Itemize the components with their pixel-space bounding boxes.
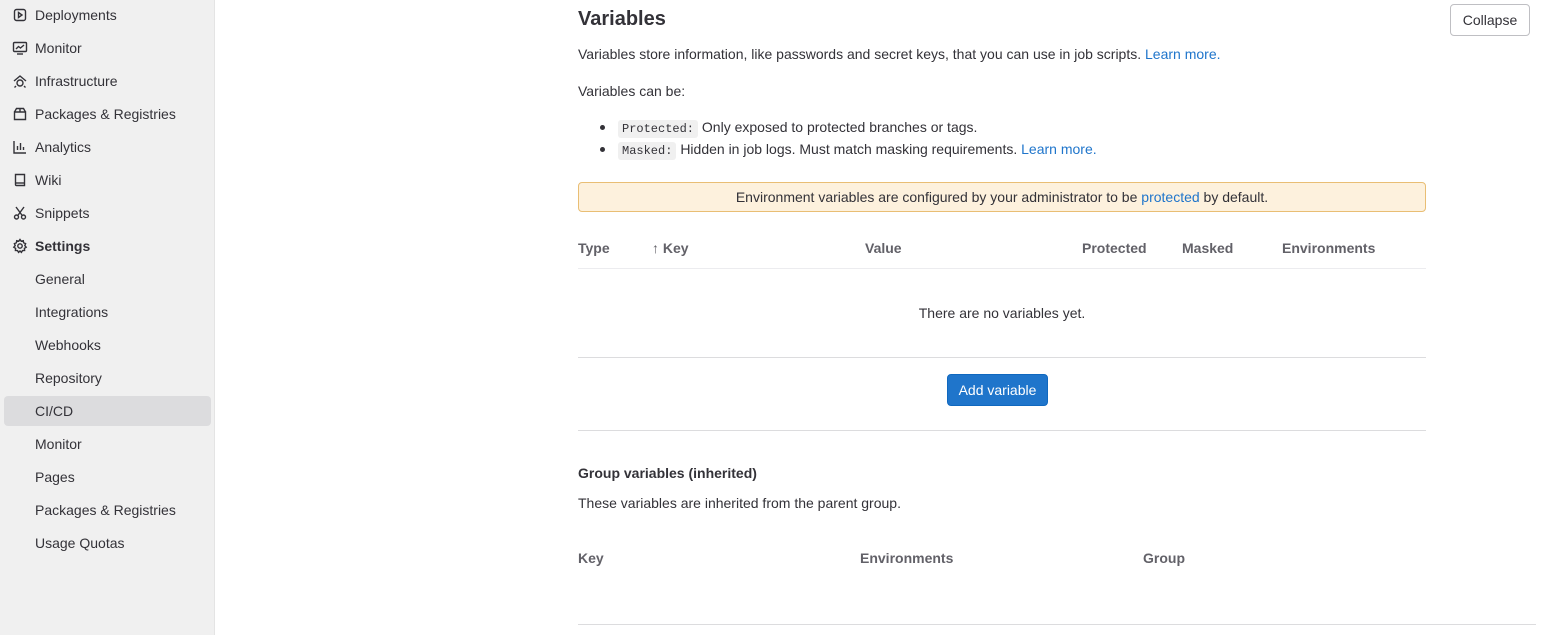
sort-arrow-icon: ↑ xyxy=(652,240,659,256)
sidebar-item-label: Monitor xyxy=(35,436,82,452)
sidebar-subitem-monitor[interactable]: Monitor xyxy=(4,429,211,459)
chart-icon xyxy=(11,138,29,156)
column-header-key[interactable]: ↑ Key xyxy=(652,240,689,256)
gear-icon xyxy=(11,237,29,255)
table-header-divider xyxy=(578,268,1426,269)
section-divider xyxy=(578,430,1426,431)
sidebar-subitem-pages[interactable]: Pages xyxy=(4,462,211,492)
protected-chip: Protected: xyxy=(618,120,699,138)
sidebar-item-label: Pages xyxy=(35,469,75,485)
column-header-type: Type xyxy=(578,240,610,256)
sidebar-item-packages-registries[interactable]: Packages & Registries xyxy=(4,99,211,129)
variables-can-be-text: Variables can be: xyxy=(578,83,686,99)
sidebar-item-label: Deployments xyxy=(35,7,117,23)
page-title: Variables xyxy=(578,8,666,30)
sidebar-item-analytics[interactable]: Analytics xyxy=(4,132,211,162)
sidebar-item-label: General xyxy=(35,271,85,287)
sidebar-item-monitor[interactable]: Monitor xyxy=(4,33,211,63)
main-content: Variables Collapse Variables store infor… xyxy=(215,0,1553,635)
alert-protected-link[interactable]: protected xyxy=(1141,189,1199,205)
column-header-masked: Masked xyxy=(1182,240,1234,256)
bullet-dot xyxy=(600,125,605,130)
column-header-value: Value xyxy=(865,240,902,256)
protected-description: Only exposed to protected branches or ta… xyxy=(701,119,978,135)
column-header-key-label: Key xyxy=(662,240,689,256)
sidebar-item-label: Snippets xyxy=(35,205,90,221)
sidebar-item-label: Monitor xyxy=(35,40,82,56)
sidebar-item-settings[interactable]: Settings xyxy=(4,231,211,261)
sidebar-subitem-webhooks[interactable]: Webhooks xyxy=(4,330,211,360)
monitor-icon xyxy=(11,39,29,57)
book-icon xyxy=(11,171,29,189)
sidebar-subitem-integrations[interactable]: Integrations xyxy=(4,297,211,327)
sidebar-subitem-usage-quotas[interactable]: Usage Quotas xyxy=(4,528,211,558)
sidebar-item-snippets[interactable]: Snippets xyxy=(4,198,211,228)
sidebar-item-label: Packages & Registries xyxy=(35,106,176,122)
masked-description: Hidden in job logs. Must match masking r… xyxy=(680,141,1018,157)
protected-default-alert: Environment variables are configured by … xyxy=(578,182,1426,212)
group-table-divider xyxy=(578,624,1536,625)
group-column-header-group: Group xyxy=(1143,550,1185,566)
learn-more-link[interactable]: Learn more. xyxy=(1145,46,1220,62)
masked-learn-more-link[interactable]: Learn more. xyxy=(1021,141,1096,157)
sidebar-item-wiki[interactable]: Wiki xyxy=(4,165,211,195)
description-text: Variables store information, like passwo… xyxy=(578,46,1142,62)
alert-text: Environment variables are configured by … xyxy=(735,189,1138,205)
package-icon xyxy=(11,105,29,123)
collapse-button[interactable]: Collapse xyxy=(1450,4,1530,36)
scissors-icon xyxy=(11,204,29,222)
sidebar-subitem-ci-cd[interactable]: CI/CD xyxy=(4,396,211,426)
sidebar-item-deployments[interactable]: Deployments xyxy=(4,0,211,30)
sidebar-item-label: Packages & Registries xyxy=(35,502,176,518)
sidebar: Deployments Monitor Infrastructure Packa… xyxy=(0,0,215,635)
sidebar-item-label: Repository xyxy=(35,370,102,386)
protected-list-item: Protected: Only exposed to protected bra… xyxy=(618,119,978,138)
add-variable-button[interactable]: Add variable xyxy=(947,374,1048,406)
sidebar-item-label: CI/CD xyxy=(35,403,74,419)
infrastructure-icon xyxy=(11,72,29,90)
table-bottom-divider xyxy=(578,357,1426,358)
variables-description: Variables store information, like passwo… xyxy=(578,46,1221,62)
app-layout: Deployments Monitor Infrastructure Packa… xyxy=(0,0,1553,635)
group-column-header-environments: Environments xyxy=(860,550,954,566)
sidebar-item-label: Usage Quotas xyxy=(35,535,125,551)
sidebar-subitem-repository[interactable]: Repository xyxy=(4,363,211,393)
sidebar-item-label: Analytics xyxy=(35,139,92,155)
masked-list-item: Masked: Hidden in job logs. Must match m… xyxy=(618,141,1097,160)
group-variables-title: Group variables (inherited) xyxy=(578,465,757,481)
sidebar-item-label: Wiki xyxy=(35,172,62,188)
deployments-icon xyxy=(11,6,29,24)
sidebar-item-infrastructure[interactable]: Infrastructure xyxy=(4,66,211,96)
sidebar-subitem-packages-registries[interactable]: Packages & Registries xyxy=(4,495,211,525)
masked-chip: Masked: xyxy=(618,142,677,160)
sidebar-item-label: Infrastructure xyxy=(35,73,118,89)
group-column-header-key: Key xyxy=(578,550,604,566)
sidebar-item-label: Integrations xyxy=(35,304,109,320)
sidebar-item-label: Webhooks xyxy=(35,337,101,353)
bullet-dot xyxy=(600,147,605,152)
sidebar-subitem-general[interactable]: General xyxy=(4,264,211,294)
alert-text-suffix: by default. xyxy=(1203,189,1269,205)
group-variables-description: These variables are inherited from the p… xyxy=(578,495,901,511)
column-header-protected: Protected xyxy=(1082,240,1147,256)
sidebar-item-label: Settings xyxy=(35,238,91,254)
empty-state-text: There are no variables yet. xyxy=(918,305,1086,321)
column-header-environments: Environments xyxy=(1282,240,1376,256)
